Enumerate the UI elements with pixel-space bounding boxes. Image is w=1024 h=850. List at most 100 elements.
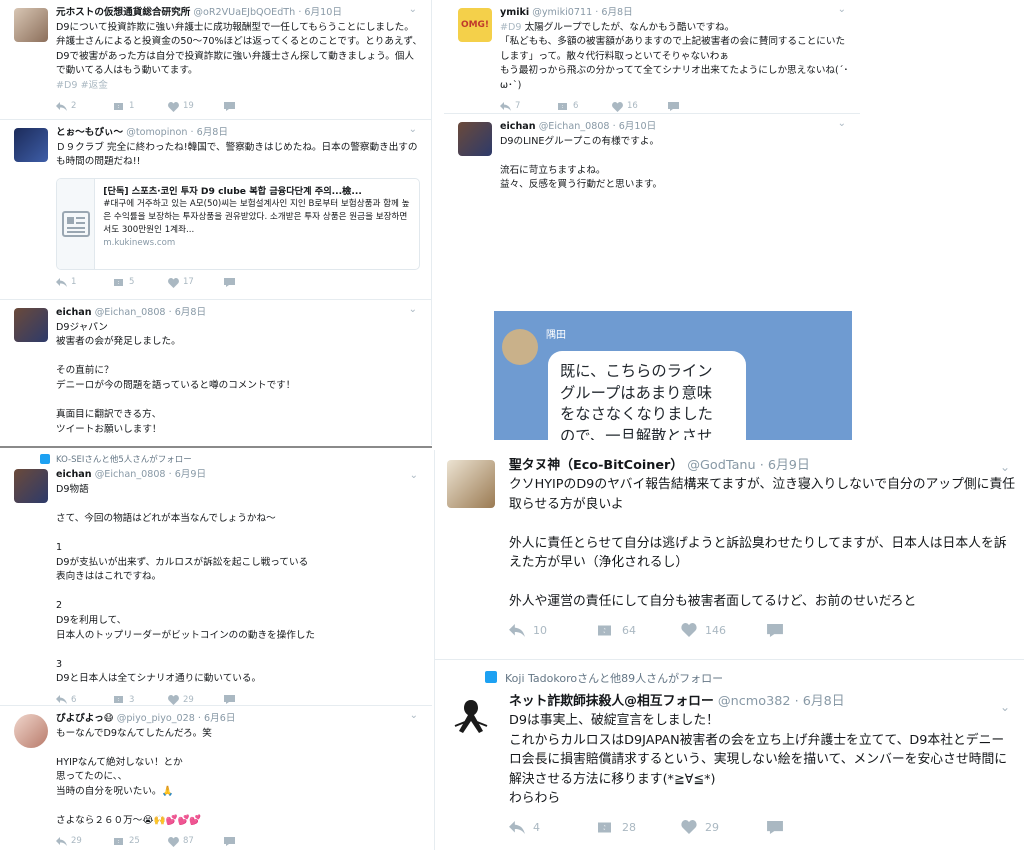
card-title: [단독] 스포츠·코인 투자 D9 clube 복합 금융다단계 주의...檢.… xyxy=(103,185,362,197)
tweet-actions: 2 1 19 xyxy=(56,100,423,114)
retweet-count: 64 xyxy=(622,623,636,637)
avatar[interactable] xyxy=(447,694,495,742)
like-button[interactable]: 146 xyxy=(681,621,767,640)
tweet[interactable]: ぴよぴよっ😷 @piyo_piyo_028 · 6月6日 ⌄ もーなんでD9なん… xyxy=(0,706,432,850)
dm-button[interactable] xyxy=(224,695,280,705)
tweet-date[interactable]: · 6月9日 xyxy=(760,458,810,473)
tweet-date[interactable]: · 6月8日 xyxy=(595,7,633,18)
tweet[interactable]: 元ホストの仮想通貨総合研究所 @oR2VUaEJbQOEdTh · 6月10日 … xyxy=(0,0,431,120)
follow-context[interactable]: Koji Tadokoroさんと他89人さんがフォロー xyxy=(435,660,1024,690)
like-button[interactable]: 17 xyxy=(168,275,224,290)
user-name[interactable]: とぉ〜もぴぃ〜 xyxy=(56,127,123,138)
user-handle[interactable]: @tomopinon xyxy=(126,127,187,138)
user-name[interactable]: eichan xyxy=(500,121,536,132)
tweet[interactable]: 聖タヌ神（Eco-BitCoiner） @GodTanu · 6月9日 ⌄ クソ… xyxy=(435,450,1024,660)
dm-button[interactable] xyxy=(224,837,280,847)
user-handle[interactable]: @Eichan_0808 xyxy=(539,121,610,132)
chevron-down-icon[interactable]: ⌄ xyxy=(410,469,418,484)
dm-button[interactable] xyxy=(668,102,724,112)
dm-button[interactable] xyxy=(767,820,853,834)
like-button[interactable]: 29 xyxy=(681,818,767,837)
user-handle[interactable]: @oR2VUaEJbQOEdTh xyxy=(193,7,295,18)
retweet-icon xyxy=(598,625,611,636)
avatar[interactable] xyxy=(447,460,495,508)
user-handle[interactable]: @ncmo382 xyxy=(718,694,791,709)
reply-button[interactable]: 1 xyxy=(56,275,112,290)
retweet-button[interactable]: 25 xyxy=(112,834,168,849)
chevron-down-icon[interactable]: ⌄ xyxy=(409,303,417,318)
avatar[interactable] xyxy=(14,308,48,342)
user-handle[interactable]: @piyo_piyo_028 xyxy=(117,713,195,724)
retweet-icon xyxy=(114,696,123,704)
avatar[interactable] xyxy=(14,714,48,748)
reply-count: 10 xyxy=(533,623,547,637)
reply-button[interactable]: 6 xyxy=(56,693,112,708)
tweet[interactable]: とぉ〜もぴぃ〜 @tomopinon · 6月8日 ⌄ Ｄ９クラブ 完全に終わっ… xyxy=(0,120,431,300)
link-card[interactable]: [단독] 스포츠·코인 투자 D9 clube 복합 금융다단계 주의...檢.… xyxy=(56,177,420,270)
tweet-date[interactable]: · 6月8日 xyxy=(169,307,207,318)
dm-button[interactable] xyxy=(767,623,853,637)
like-button[interactable]: 16 xyxy=(612,99,668,114)
tweet[interactable]: eichan @Eichan_0808 · 6月9日 ⌄ D9物語 さて、今回の… xyxy=(0,466,432,706)
user-name[interactable]: 元ホストの仮想通貨総合研究所 xyxy=(56,7,190,18)
reply-button[interactable]: 29 xyxy=(56,834,112,849)
retweet-count: 1 xyxy=(129,101,135,112)
tweet-date[interactable]: · 6月8日 xyxy=(795,694,845,709)
retweet-button[interactable]: 5 xyxy=(112,275,168,290)
avatar[interactable] xyxy=(14,128,48,162)
user-name[interactable]: eichan xyxy=(56,307,92,318)
retweet-button[interactable]: 3 xyxy=(112,693,168,708)
person-icon xyxy=(485,671,497,683)
retweet-button[interactable]: 6 xyxy=(556,99,612,114)
tweet-date[interactable]: · 6月10日 xyxy=(298,7,342,18)
chevron-down-icon[interactable]: ⌄ xyxy=(409,3,417,18)
chevron-down-icon[interactable]: ⌄ xyxy=(410,709,418,724)
tweet[interactable]: eichan @Eichan_0808 · 6月8日 ⌄ D9ジャパン 被害者の… xyxy=(0,300,431,441)
follow-context[interactable]: KO-SEIさんと他5人さんがフォロー xyxy=(0,448,432,466)
user-name[interactable]: ぴよぴよっ😷 xyxy=(56,713,114,724)
user-handle[interactable]: @Eichan_0808 xyxy=(95,469,166,480)
tweet-date[interactable]: · 6月8日 xyxy=(191,127,229,138)
dm-button[interactable] xyxy=(224,278,280,288)
retweet-button[interactable]: 64 xyxy=(595,621,681,640)
user-name[interactable]: eichan xyxy=(56,469,92,480)
dm-button[interactable] xyxy=(224,102,280,112)
card-description: #대구에 거주하고 있는 A모(50)씨는 보험설계사인 지인 B로부터 보험상… xyxy=(103,198,410,235)
avatar[interactable] xyxy=(14,8,48,42)
hashtags[interactable]: #D9 #返金 xyxy=(56,79,423,94)
reply-button[interactable]: 10 xyxy=(509,621,595,640)
tweet[interactable]: ネット詐欺師抹殺人@相互フォロー @ncmo382 · 6月8日 ⌄ D9は事実… xyxy=(435,690,1024,840)
retweet-button[interactable]: 28 xyxy=(595,818,681,837)
reply-button[interactable]: 4 xyxy=(509,818,595,837)
tweet[interactable]: eichan @Eichan_0808 · 6月10日 ⌄ D9のLINEグルー… xyxy=(444,114,860,440)
chevron-down-icon[interactable]: ⌄ xyxy=(838,3,846,18)
user-name[interactable]: 聖タヌ神（Eco-BitCoiner） xyxy=(509,458,683,473)
reply-count: 29 xyxy=(71,836,82,847)
line-screenshot-image[interactable]: 隅田 既に、こちらのライン グループはあまり意味 をなさなくなりました ので、一… xyxy=(494,311,852,440)
tweet-date[interactable]: · 6月9日 xyxy=(169,469,207,480)
avatar[interactable] xyxy=(14,469,48,503)
line-message-bubble: 既に、こちらのライン グループはあまり意味 をなさなくなりました ので、一旦解散… xyxy=(548,351,746,440)
user-name[interactable]: ymiki xyxy=(500,7,529,18)
user-handle[interactable]: @GodTanu xyxy=(687,458,755,473)
user-handle[interactable]: @Eichan_0808 xyxy=(95,307,166,318)
hashtag[interactable]: #D9 xyxy=(500,22,522,33)
tweet-date[interactable]: · 6月10日 xyxy=(613,121,657,132)
like-button[interactable]: 29 xyxy=(168,693,224,708)
user-handle[interactable]: @ymiki0711 xyxy=(532,7,592,18)
retweet-button[interactable]: 1 xyxy=(112,99,168,114)
tweet[interactable]: OMG! ymiki @ymiki0711 · 6月8日 ⌄ #D9 太陽グルー… xyxy=(444,0,860,114)
tweet-date[interactable]: · 6月6日 xyxy=(198,713,236,724)
reply-button[interactable]: 7 xyxy=(500,99,556,114)
reply-button[interactable]: 2 xyxy=(56,99,112,114)
like-button[interactable]: 19 xyxy=(168,99,224,114)
chevron-down-icon[interactable]: ⌄ xyxy=(1000,458,1010,477)
user-name[interactable]: ネット詐欺師抹殺人@相互フォロー xyxy=(509,694,714,709)
person-icon xyxy=(40,454,50,464)
chevron-down-icon[interactable]: ⌄ xyxy=(838,117,846,132)
avatar[interactable] xyxy=(458,122,492,156)
avatar[interactable]: OMG! xyxy=(458,8,492,42)
chevron-down-icon[interactable]: ⌄ xyxy=(409,123,417,138)
chevron-down-icon[interactable]: ⌄ xyxy=(1000,698,1010,717)
like-button[interactable]: 87 xyxy=(168,834,224,849)
